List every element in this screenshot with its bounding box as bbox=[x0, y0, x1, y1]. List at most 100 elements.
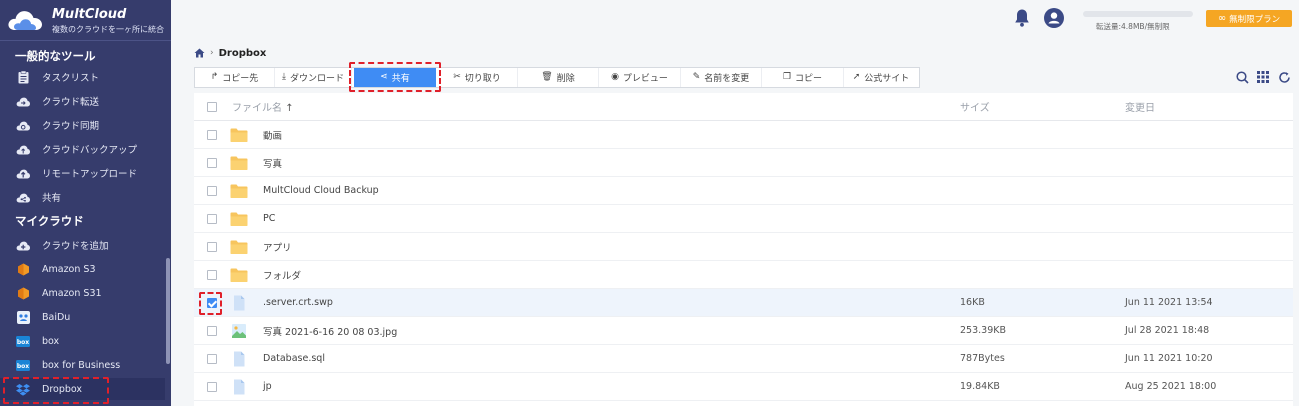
column-header-size[interactable]: サイズ bbox=[960, 99, 990, 114]
cut-button[interactable]: ✂ 切り取り bbox=[437, 68, 518, 87]
share-button[interactable]: ⋖ 共有 bbox=[354, 68, 436, 87]
preview-label: プレビュー bbox=[622, 74, 668, 84]
row-checkbox[interactable] bbox=[207, 213, 217, 224]
notification-bell-icon[interactable] bbox=[1013, 8, 1031, 28]
svg-text:box: box bbox=[17, 339, 29, 346]
row-checkbox[interactable] bbox=[207, 185, 217, 196]
table-row[interactable]: jp 19.84KB Aug 25 2021 18:00 bbox=[194, 373, 1293, 401]
select-all-checkbox[interactable] bbox=[207, 101, 217, 112]
file-name[interactable]: 写真 2021-6-16 20 08 03.jpg bbox=[263, 324, 397, 338]
home-icon[interactable] bbox=[194, 48, 205, 58]
file-name[interactable]: MultCloud Cloud Backup bbox=[263, 185, 379, 196]
sidebar-item-cloud-sync[interactable]: クラウド同期 bbox=[0, 114, 165, 136]
sidebar-item-share[interactable]: 共有 bbox=[0, 186, 165, 208]
file-toolbar: ↱ コピー先 ⤓ ダウンロード ⋖ 共有 ✂ 切り取り 🗑 削除 ◉ プレビュー… bbox=[194, 67, 920, 88]
table-row[interactable]: 写真 bbox=[194, 149, 1293, 177]
download-label: ダウンロード bbox=[289, 74, 344, 84]
table-row[interactable]: Database.sql 787Bytes Jun 11 2021 10:20 bbox=[194, 345, 1293, 373]
row-checkbox[interactable] bbox=[207, 241, 217, 252]
sidebar-item-label: クラウドバックアップ bbox=[42, 145, 138, 156]
sidebar-item-label: クラウド同期 bbox=[42, 121, 100, 132]
refresh-icon[interactable] bbox=[1277, 70, 1291, 84]
share-icon: ⋖ bbox=[380, 72, 388, 82]
file-size: 16KB bbox=[960, 297, 985, 308]
column-header-name-label: ファイル名 bbox=[232, 103, 282, 114]
share-cloud-icon bbox=[16, 190, 30, 204]
sidebar-item-label: Amazon S31 bbox=[42, 287, 102, 299]
sidebar-item-add-cloud[interactable]: クラウドを追加 bbox=[0, 234, 165, 256]
table-row[interactable]: MultCloud Cloud Backup bbox=[194, 177, 1293, 205]
row-checkbox[interactable] bbox=[207, 297, 217, 308]
table-row[interactable]: .server.crt.swp 16KB Jun 11 2021 13:54 bbox=[194, 289, 1293, 317]
delete-label: 削除 bbox=[556, 74, 575, 84]
chevron-right-icon: › bbox=[210, 48, 214, 58]
sidebar-item-label: クラウドを追加 bbox=[42, 241, 109, 252]
table-row[interactable]: アプリ bbox=[194, 233, 1293, 261]
file-name[interactable]: 写真 bbox=[263, 156, 282, 170]
external-arrow-icon: ➚ bbox=[852, 72, 861, 82]
sidebar-item-box-for-business[interactable]: box box for Business bbox=[0, 354, 165, 376]
unlimited-plan-button[interactable]: ∞ 無制限プラン bbox=[1206, 10, 1292, 27]
dropbox-icon bbox=[16, 382, 30, 396]
sidebar-item-cloud-transfer[interactable]: クラウド転送 bbox=[0, 90, 165, 112]
sidebar-item-remote-upload[interactable]: リモートアップロード bbox=[0, 162, 165, 184]
sidebar-divider bbox=[0, 40, 171, 41]
row-checkbox[interactable] bbox=[207, 325, 217, 336]
delete-button[interactable]: 🗑 削除 bbox=[518, 68, 599, 87]
eye-icon: ◉ bbox=[611, 72, 619, 82]
sidebar-item-box[interactable]: box box bbox=[0, 330, 165, 352]
file-name[interactable]: jp bbox=[263, 381, 272, 392]
cloud-logo-icon bbox=[8, 11, 42, 30]
user-avatar-icon[interactable] bbox=[1044, 8, 1064, 28]
sidebar-item-amazon-s31[interactable]: Amazon S31 bbox=[0, 282, 165, 304]
file-name[interactable]: PC bbox=[263, 213, 275, 224]
brand-logo[interactable]: MultCloud 複数のクラウドを一ヶ所に統合 bbox=[6, 4, 166, 36]
sidebar-scrollbar[interactable] bbox=[166, 258, 170, 364]
cut-label: 切り取り bbox=[464, 74, 501, 84]
preview-button[interactable]: ◉ プレビュー bbox=[599, 68, 681, 87]
sidebar-item-baidu[interactable]: BaiDu bbox=[0, 306, 165, 328]
file-icon bbox=[234, 295, 245, 310]
box-icon: box bbox=[16, 334, 30, 348]
file-name[interactable]: Database.sql bbox=[263, 353, 325, 364]
sidebar-item-dropbox[interactable]: Dropbox bbox=[0, 378, 165, 400]
row-checkbox[interactable] bbox=[207, 157, 217, 168]
amazon-s3-icon bbox=[16, 286, 30, 300]
copy-to-button[interactable]: ↱ コピー先 bbox=[195, 68, 275, 87]
folder-icon bbox=[230, 156, 248, 170]
add-cloud-icon bbox=[16, 238, 30, 252]
sidebar-item-label: box bbox=[42, 335, 60, 347]
file-name[interactable]: 動画 bbox=[263, 128, 282, 142]
sidebar-item-label: タスクリスト bbox=[42, 73, 100, 84]
table-row[interactable]: フォルダ bbox=[194, 261, 1293, 289]
table-row[interactable]: PC bbox=[194, 205, 1293, 233]
table-row[interactable]: 動画 bbox=[194, 121, 1293, 149]
folder-icon bbox=[230, 128, 248, 142]
row-checkbox[interactable] bbox=[207, 353, 217, 364]
file-size: 19.84KB bbox=[960, 381, 1000, 392]
column-header-modified[interactable]: 変更日 bbox=[1125, 99, 1155, 114]
row-checkbox[interactable] bbox=[207, 381, 217, 392]
sidebar-item-amazon-s3[interactable]: Amazon S3 bbox=[0, 258, 165, 280]
section-title-my-clouds: マイクラウド bbox=[15, 214, 84, 228]
download-button[interactable]: ⤓ ダウンロード bbox=[275, 68, 352, 87]
copy-button[interactable]: ❐ コピー bbox=[762, 68, 844, 87]
table-row[interactable]: 写真 2021-6-16 20 08 03.jpg 253.39KB Jul 2… bbox=[194, 317, 1293, 345]
sidebar-item-task-list[interactable]: タスクリスト bbox=[0, 66, 165, 88]
search-icon[interactable] bbox=[1235, 70, 1249, 84]
folder-icon bbox=[230, 212, 248, 226]
file-list-header: ファイル名 ↑ サイズ 変更日 bbox=[194, 93, 1293, 121]
sidebar-item-cloud-backup[interactable]: クラウドバックアップ bbox=[0, 138, 165, 160]
file-name[interactable]: アプリ bbox=[263, 240, 292, 254]
row-checkbox[interactable] bbox=[207, 129, 217, 140]
breadcrumb-current[interactable]: Dropbox bbox=[219, 48, 267, 59]
official-site-button[interactable]: ➚ 公式サイト bbox=[844, 68, 918, 87]
file-name[interactable]: フォルダ bbox=[263, 268, 301, 282]
folder-icon bbox=[230, 240, 248, 254]
rename-button[interactable]: ✎ 名前を変更 bbox=[681, 68, 762, 87]
file-name[interactable]: .server.crt.swp bbox=[263, 297, 333, 308]
row-checkbox[interactable] bbox=[207, 269, 217, 280]
grid-view-icon[interactable] bbox=[1256, 70, 1270, 84]
file-date: Jun 11 2021 10:20 bbox=[1125, 353, 1213, 364]
column-header-name[interactable]: ファイル名 ↑ bbox=[232, 99, 294, 114]
